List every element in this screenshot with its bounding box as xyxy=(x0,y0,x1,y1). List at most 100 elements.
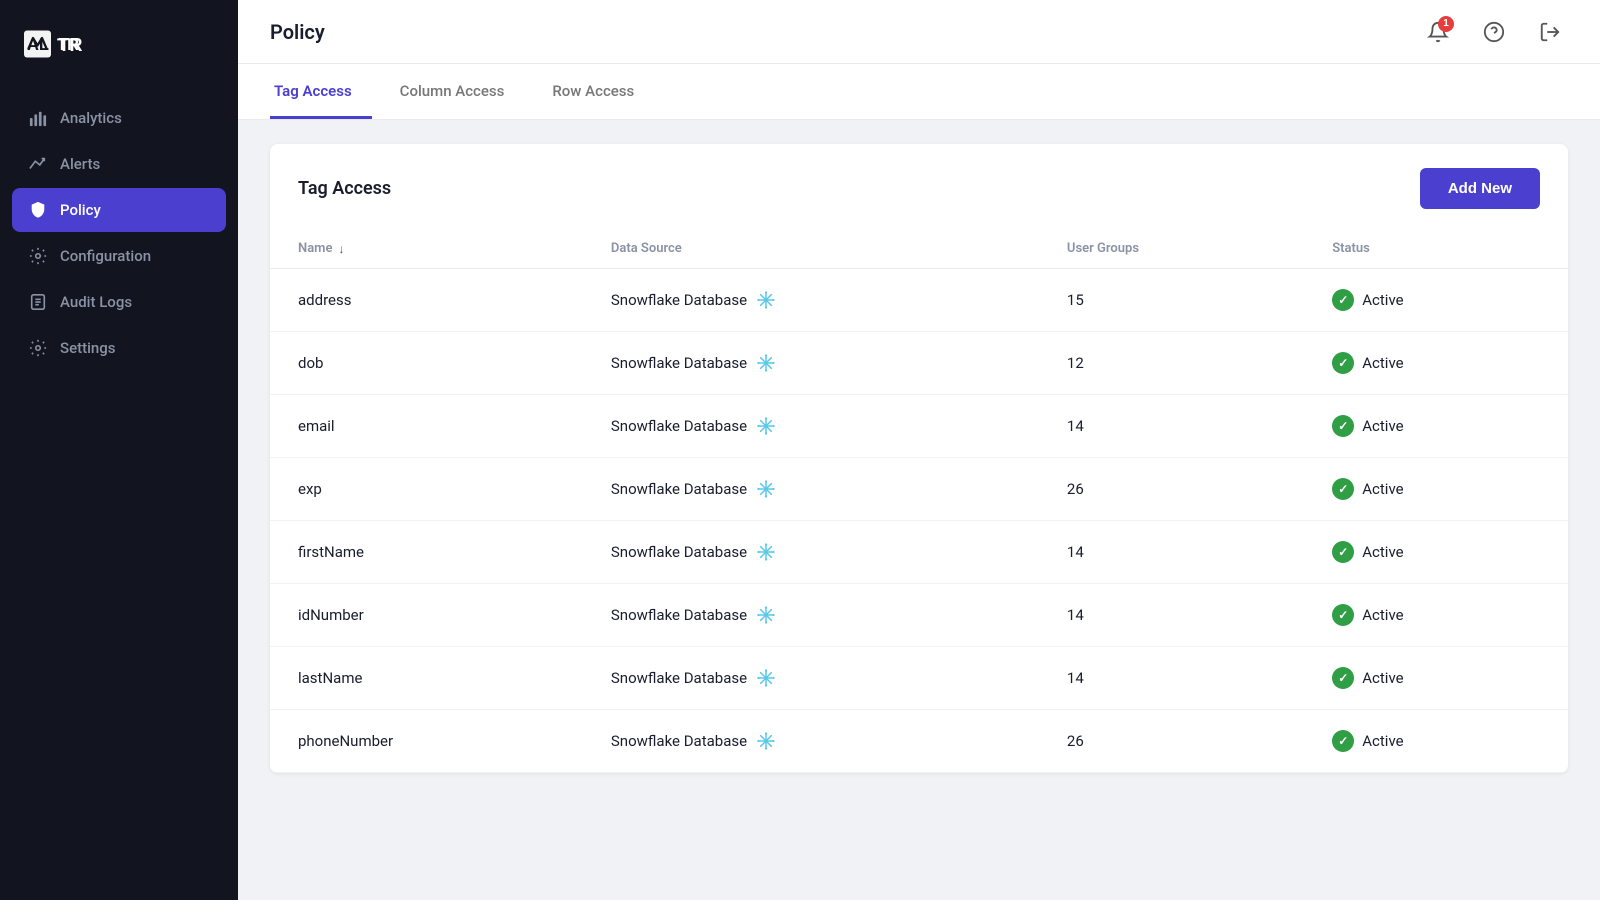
alerts-icon xyxy=(28,154,48,174)
tabs-bar: Tag Access Column Access Row Access xyxy=(238,64,1600,120)
snowflake-icon xyxy=(757,732,775,750)
status-label: Active xyxy=(1362,669,1403,687)
add-new-button[interactable]: Add New xyxy=(1420,168,1540,209)
card-title: Tag Access xyxy=(298,178,391,199)
snowflake-icon xyxy=(757,417,775,435)
cell-data-source: Snowflake Database xyxy=(583,395,1039,458)
logo: AL TR TR xyxy=(0,0,238,96)
sidebar-item-settings[interactable]: Settings xyxy=(12,326,226,370)
tag-access-card: Tag Access Add New Name ↓ Data Source Us… xyxy=(270,144,1568,773)
status-label: Active xyxy=(1362,606,1403,624)
sidebar-item-audit-logs[interactable]: Audit Logs xyxy=(12,280,226,324)
cell-user-groups: 26 xyxy=(1039,710,1304,773)
table-row[interactable]: address Snowflake Database xyxy=(270,269,1568,332)
status-label: Active xyxy=(1362,480,1403,498)
sort-arrow-name[interactable]: ↓ xyxy=(338,242,344,256)
cell-name: lastName xyxy=(270,647,583,710)
status-label: Active xyxy=(1362,291,1403,309)
status-label: Active xyxy=(1362,543,1403,561)
content-area: Tag Access Column Access Row Access Tag … xyxy=(238,64,1600,900)
tag-access-table: Name ↓ Data Source User Groups Status ad… xyxy=(270,229,1568,773)
cell-user-groups: 14 xyxy=(1039,395,1304,458)
cell-status: Active xyxy=(1304,647,1568,710)
status-label: Active xyxy=(1362,354,1403,372)
header-actions: 1 xyxy=(1420,14,1568,50)
svg-text:TR: TR xyxy=(59,35,83,55)
sidebar-nav: Analytics Alerts Policy Configuration Au… xyxy=(0,96,238,370)
help-button[interactable] xyxy=(1476,14,1512,50)
policy-icon xyxy=(28,200,48,220)
configuration-icon xyxy=(28,246,48,266)
help-icon xyxy=(1483,21,1505,43)
status-active-icon xyxy=(1332,352,1354,374)
notification-button[interactable]: 1 xyxy=(1420,14,1456,50)
cell-status: Active xyxy=(1304,521,1568,584)
sidebar-item-alerts-label: Alerts xyxy=(60,155,100,173)
col-header-name: Name ↓ xyxy=(270,229,583,269)
status-active-icon xyxy=(1332,667,1354,689)
cell-user-groups: 26 xyxy=(1039,458,1304,521)
logout-icon xyxy=(1539,21,1561,43)
sidebar-item-policy-label: Policy xyxy=(60,201,101,219)
cell-name: dob xyxy=(270,332,583,395)
table-row[interactable]: exp Snowflake Database xyxy=(270,458,1568,521)
sidebar-item-policy[interactable]: Policy xyxy=(12,188,226,232)
sidebar-item-analytics[interactable]: Analytics xyxy=(12,96,226,140)
table-row[interactable]: dob Snowflake Database xyxy=(270,332,1568,395)
col-header-data-source: Data Source xyxy=(583,229,1039,269)
cell-status: Active xyxy=(1304,584,1568,647)
cell-user-groups: 12 xyxy=(1039,332,1304,395)
status-active-icon xyxy=(1332,541,1354,563)
status-active-icon xyxy=(1332,478,1354,500)
cell-data-source: Snowflake Database xyxy=(583,647,1039,710)
notification-badge: 1 xyxy=(1438,16,1454,32)
cell-status: Active xyxy=(1304,458,1568,521)
table-row[interactable]: firstName Snowflake Database xyxy=(270,521,1568,584)
tab-tag-access[interactable]: Tag Access xyxy=(270,64,372,119)
sidebar-item-alerts[interactable]: Alerts xyxy=(12,142,226,186)
sidebar-item-analytics-label: Analytics xyxy=(60,109,122,127)
settings-icon xyxy=(28,338,48,358)
cell-status: Active xyxy=(1304,269,1568,332)
sidebar-item-configuration[interactable]: Configuration xyxy=(12,234,226,278)
status-active-icon xyxy=(1332,289,1354,311)
sidebar-item-audit-logs-label: Audit Logs xyxy=(60,293,132,311)
analytics-icon xyxy=(28,108,48,128)
audit-logs-icon xyxy=(28,292,48,312)
cell-data-source: Snowflake Database xyxy=(583,521,1039,584)
cell-status: Active xyxy=(1304,710,1568,773)
tab-row-access[interactable]: Row Access xyxy=(548,64,654,119)
status-active-icon xyxy=(1332,730,1354,752)
cell-status: Active xyxy=(1304,332,1568,395)
status-active-icon xyxy=(1332,415,1354,437)
cell-user-groups: 15 xyxy=(1039,269,1304,332)
cell-status: Active xyxy=(1304,395,1568,458)
table-row[interactable]: phoneNumber Snowflake Database xyxy=(270,710,1568,773)
status-active-icon xyxy=(1332,604,1354,626)
main-area: Policy 1 Tag Access Column Access Row Ac… xyxy=(238,0,1600,900)
snowflake-icon xyxy=(757,291,775,309)
cell-name: exp xyxy=(270,458,583,521)
cell-data-source: Snowflake Database xyxy=(583,710,1039,773)
cell-user-groups: 14 xyxy=(1039,584,1304,647)
table-row[interactable]: lastName Snowflake Database xyxy=(270,647,1568,710)
page-title: Policy xyxy=(270,20,325,44)
sidebar: AL TR TR Analytics Alerts Policy xyxy=(0,0,238,900)
logout-button[interactable] xyxy=(1532,14,1568,50)
table-row[interactable]: idNumber Snowflake Database xyxy=(270,584,1568,647)
cell-name: firstName xyxy=(270,521,583,584)
status-label: Active xyxy=(1362,732,1403,750)
snowflake-icon xyxy=(757,669,775,687)
header: Policy 1 xyxy=(238,0,1600,64)
col-header-user-groups: User Groups xyxy=(1039,229,1304,269)
tab-column-access[interactable]: Column Access xyxy=(396,64,525,119)
cell-name: address xyxy=(270,269,583,332)
cell-data-source: Snowflake Database xyxy=(583,458,1039,521)
card-header: Tag Access Add New xyxy=(270,144,1568,229)
cell-data-source: Snowflake Database xyxy=(583,584,1039,647)
snowflake-icon xyxy=(757,606,775,624)
cell-data-source: Snowflake Database xyxy=(583,269,1039,332)
snowflake-icon xyxy=(757,543,775,561)
table-row[interactable]: email Snowflake Database xyxy=(270,395,1568,458)
cell-name: email xyxy=(270,395,583,458)
